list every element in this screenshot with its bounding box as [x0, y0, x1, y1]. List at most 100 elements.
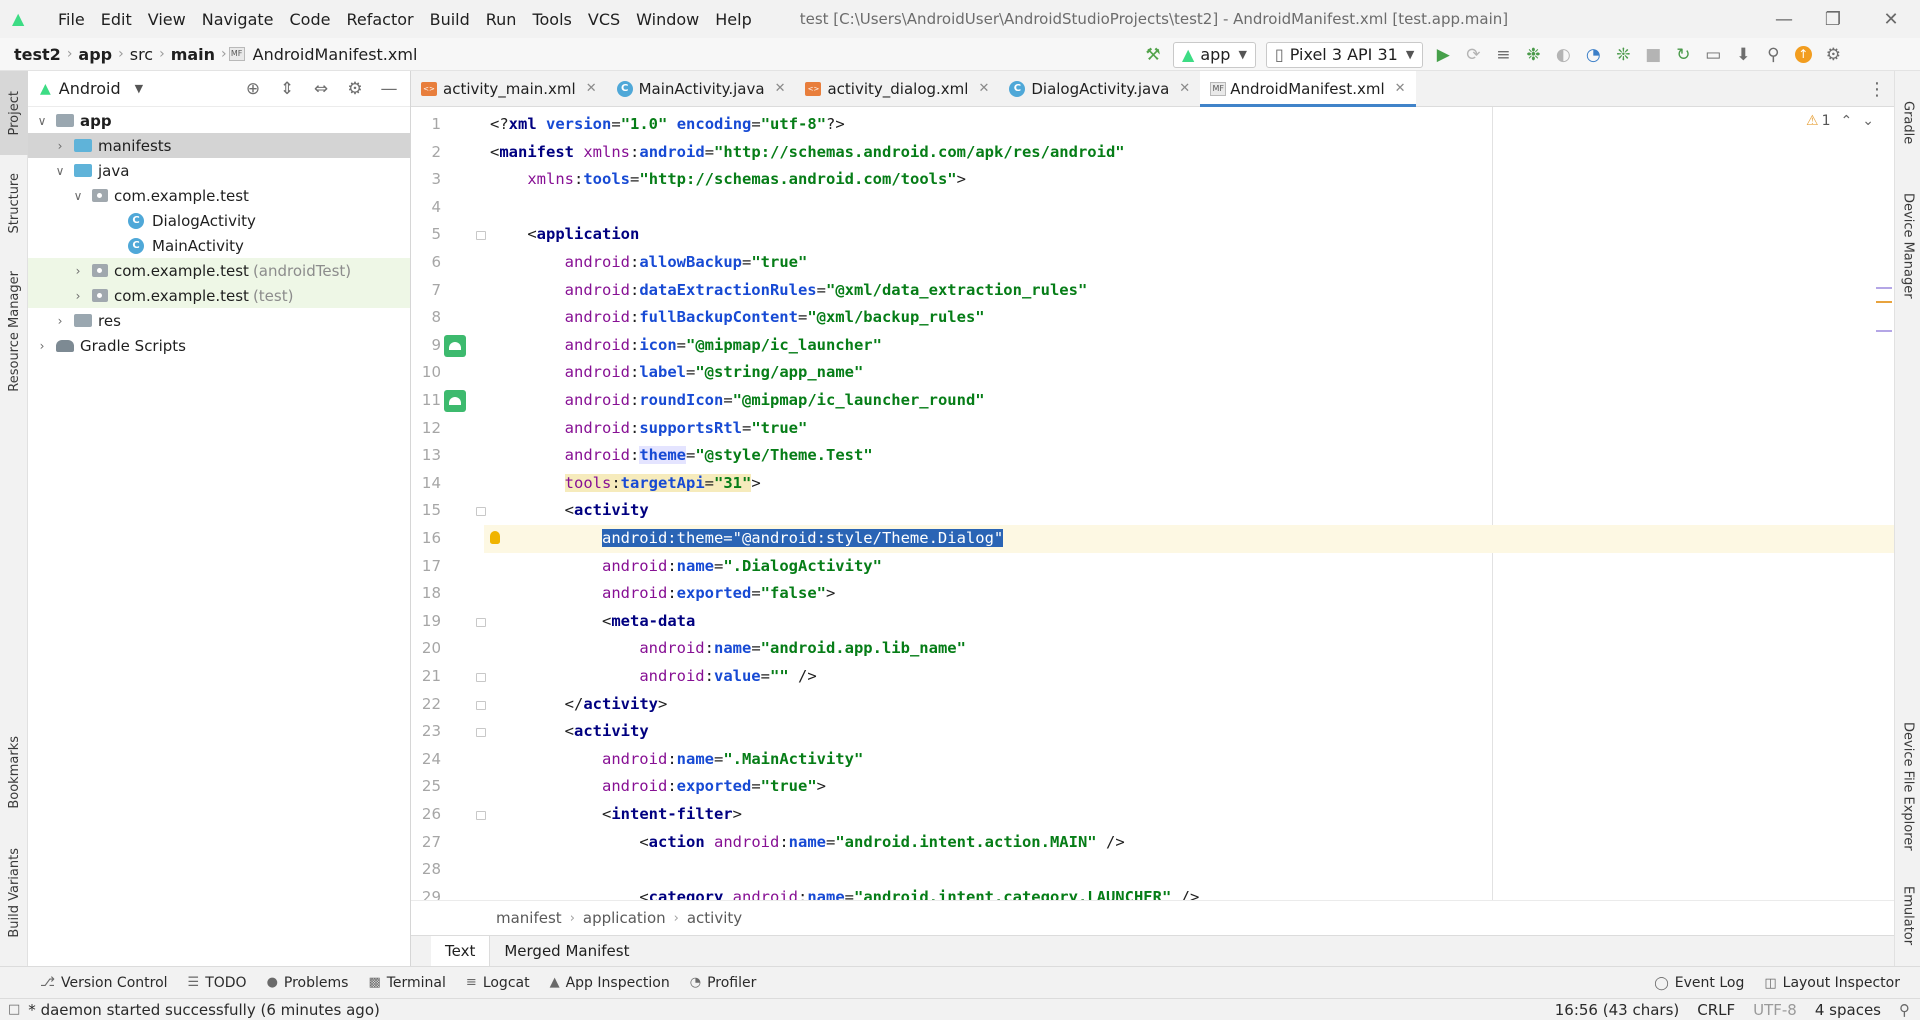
stripe-resource-manager[interactable]: Resource Manager	[0, 251, 28, 411]
next-highlight-icon[interactable]: ⌄	[1862, 113, 1874, 129]
run-configuration-select[interactable]: ▲ app ▼	[1173, 41, 1256, 68]
tab-dialog-activity-java[interactable]: C DialogActivity.java ✕	[999, 71, 1200, 106]
tool-logcat[interactable]: ≡ Logcat	[456, 975, 540, 991]
coverage-icon[interactable]: ◐	[1550, 42, 1576, 68]
breadcrumb-file[interactable]: AndroidManifest.xml	[249, 45, 422, 64]
android-launcher-icon[interactable]	[444, 334, 466, 357]
scroll-marker[interactable]	[1876, 287, 1892, 289]
menu-view[interactable]: View	[140, 10, 194, 29]
code-line[interactable]: 26 <intent-filter>	[422, 801, 1894, 829]
menu-navigate[interactable]: Navigate	[194, 10, 282, 29]
breadcrumb-src[interactable]: src	[126, 45, 157, 64]
code-line[interactable]: 22 </activity>	[422, 691, 1894, 719]
code-line[interactable]: 16 android:theme="@android:style/Theme.D…	[422, 525, 1894, 553]
update-icon[interactable]: ↑	[1790, 42, 1816, 68]
stripe-device-file-explorer[interactable]: Device File Explorer	[1895, 711, 1920, 861]
code-line[interactable]: 25 android:exported="true">	[422, 773, 1894, 801]
restore-icon[interactable]: ❐	[1804, 0, 1862, 38]
project-view-select[interactable]: Android	[59, 79, 121, 98]
sync-gradle-icon[interactable]: ↻	[1670, 42, 1696, 68]
stripe-structure[interactable]: Structure	[0, 161, 28, 245]
fold-toggle-icon[interactable]	[476, 728, 486, 738]
gear-icon[interactable]: ⚙	[340, 76, 370, 102]
chevron-down-icon[interactable]: ▼	[135, 82, 143, 95]
close-tab-icon[interactable]: ✕	[775, 81, 786, 96]
device-manager-icon[interactable]: ▭	[1700, 42, 1726, 68]
code-line[interactable]: 18 android:exported="false">	[422, 580, 1894, 608]
device-select[interactable]: ▯ Pixel 3 API 31 ▼	[1265, 41, 1424, 68]
tool-problems[interactable]: ● Problems	[257, 975, 359, 991]
scroll-marker[interactable]	[1876, 301, 1892, 303]
profile-icon[interactable]: ◔	[1580, 42, 1606, 68]
stripe-build-variants[interactable]: Build Variants	[0, 831, 28, 955]
indent-setting[interactable]: 4 spaces	[1815, 1001, 1881, 1019]
sdk-manager-icon[interactable]: ⬇	[1730, 42, 1756, 68]
code-line[interactable]: 21 android:value="" />	[422, 663, 1894, 691]
code-line[interactable]: 10 android:label="@string/app_name"	[422, 359, 1894, 387]
tree-item-java[interactable]: ∨ java	[28, 158, 410, 183]
menu-run[interactable]: Run	[478, 10, 525, 29]
previous-highlight-icon[interactable]: ⌃	[1840, 113, 1852, 129]
tree-item-res[interactable]: › res	[28, 308, 410, 333]
code-line[interactable]: 20 android:name="android.app.lib_name"	[422, 635, 1894, 663]
stripe-emulator[interactable]: Emulator	[1895, 871, 1920, 961]
close-tab-icon[interactable]: ✕	[586, 81, 597, 96]
fold-toggle-icon[interactable]	[476, 617, 486, 627]
hide-panel-icon[interactable]: —	[374, 76, 404, 102]
code-line[interactable]: 23 <activity	[422, 718, 1894, 746]
inspection-widget[interactable]: ⚠ 1 ⌃ ⌄	[1806, 107, 1874, 135]
menu-code[interactable]: Code	[282, 10, 339, 29]
stop-icon[interactable]: ■	[1640, 42, 1666, 68]
stripe-project[interactable]: Project	[0, 71, 28, 155]
code-line[interactable]: 17 android:name=".DialogActivity"	[422, 553, 1894, 581]
search-icon[interactable]: ⚲	[1760, 42, 1786, 68]
tab-main-activity-java[interactable]: C MainActivity.java ✕	[607, 71, 796, 106]
code-line[interactable]: 29 <category android:name="android.inten…	[422, 884, 1894, 900]
stripe-bookmarks[interactable]: Bookmarks	[0, 725, 28, 819]
tool-terminal[interactable]: ▩ Terminal	[358, 975, 455, 991]
code-line[interactable]: 8 android:fullBackupContent="@xml/backup…	[431, 304, 1894, 332]
breadcrumb-project[interactable]: test2	[10, 45, 65, 64]
tool-todo[interactable]: ☰ TODO	[178, 975, 257, 991]
hammer-build-icon[interactable]: ⚒	[1140, 42, 1166, 68]
apply-code-changes-icon[interactable]: ≡	[1490, 42, 1516, 68]
menu-vcs[interactable]: VCS	[580, 10, 628, 29]
stripe-device-manager[interactable]: Device Manager	[1895, 181, 1920, 311]
menu-file[interactable]: File	[50, 10, 93, 29]
code-line[interactable]: 19 <meta-data	[422, 608, 1894, 636]
close-tab-icon[interactable]: ✕	[1179, 81, 1190, 96]
tab-text[interactable]: Text	[431, 935, 491, 967]
tool-event-log[interactable]: ◯ Event Log	[1644, 975, 1754, 991]
caret-position[interactable]: 16:56 (43 chars)	[1555, 1001, 1679, 1019]
tree-item-gradle-scripts[interactable]: › Gradle Scripts	[28, 333, 410, 358]
code-line[interactable]: 24 android:name=".MainActivity"	[422, 746, 1894, 774]
more-tabs-icon[interactable]: ⋮	[1868, 71, 1886, 107]
line-separator[interactable]: CRLF	[1697, 1001, 1735, 1019]
tree-item-dialog-activity[interactable]: C DialogActivity	[28, 208, 410, 233]
fold-toggle-icon[interactable]	[476, 673, 486, 682]
run-icon[interactable]: ▶	[1430, 42, 1456, 68]
tab-activity-main-xml[interactable]: <> activity_main.xml ✕	[411, 71, 607, 106]
code-area[interactable]: 1 <?xml version="1.0" encoding="utf-8"?> 2…	[422, 107, 1894, 900]
code-line[interactable]: 2 <manifest xmlns:android="http://schemas…	[431, 139, 1894, 167]
code-line[interactable]: 11 android:roundIcon="@mipmap/ic_launche…	[422, 387, 1894, 415]
tree-item-manifests[interactable]: › manifests	[28, 133, 410, 158]
tab-activity-dialog-xml[interactable]: <> activity_dialog.xml ✕	[795, 71, 999, 106]
code-line[interactable]: 12 android:supportsRtl="true"	[422, 415, 1894, 443]
code-line[interactable]: 27 <action android:name="android.intent.…	[422, 829, 1894, 857]
settings-icon[interactable]: ⚙	[1820, 42, 1846, 68]
breadcrumb-main[interactable]: main	[167, 45, 219, 64]
android-launcher-icon[interactable]	[444, 390, 466, 412]
fold-toggle-icon[interactable]	[476, 811, 486, 820]
breadcrumb-module[interactable]: app	[74, 45, 116, 64]
scroll-marker[interactable]	[1876, 330, 1892, 332]
close-tab-icon[interactable]: ✕	[978, 81, 989, 96]
code-line[interactable]: 4	[431, 194, 1894, 222]
code-line[interactable]: 1 <?xml version="1.0" encoding="utf-8"?>	[431, 111, 1894, 139]
tree-item-package-test[interactable]: › com.example.test (test)	[28, 283, 410, 308]
fold-toggle-icon[interactable]	[476, 507, 486, 517]
code-editor[interactable]: 1 <?xml version="1.0" encoding="utf-8"?> 2…	[411, 107, 1894, 900]
stripe-gradle[interactable]: Gradle	[1895, 81, 1920, 165]
expand-all-icon[interactable]: ⇕	[272, 76, 302, 102]
menu-help[interactable]: Help	[707, 10, 759, 29]
